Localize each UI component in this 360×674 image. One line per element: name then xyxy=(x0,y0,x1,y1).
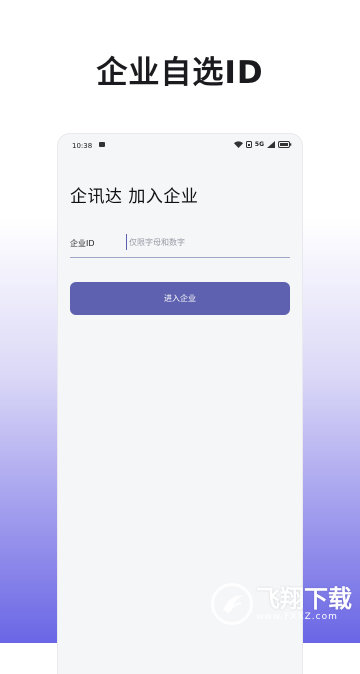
signal-icon xyxy=(267,141,275,148)
watermark-logo-icon xyxy=(211,583,253,625)
wifi-icon xyxy=(233,141,243,148)
status-bar: 10:38 5G xyxy=(58,134,302,158)
enterprise-id-label: 企业ID xyxy=(70,239,95,248)
network-type: 5G xyxy=(254,141,264,148)
watermark-url: www.FXXZ.com xyxy=(256,611,338,622)
watermark: 飞翔下载 www.FXXZ.com xyxy=(211,583,352,625)
promo-headline: 企业自选ID xyxy=(96,55,264,91)
status-time: 10:38 xyxy=(72,142,93,150)
status-icons: 5G xyxy=(233,141,292,148)
battery-icon xyxy=(278,141,292,148)
enterprise-id-input[interactable] xyxy=(126,234,289,250)
page-title: 企讯达 加入企业 xyxy=(70,187,199,207)
enter-enterprise-button[interactable]: 进入企业 xyxy=(70,282,290,315)
input-underline xyxy=(70,257,290,258)
sim-icon xyxy=(245,141,252,148)
notification-icon xyxy=(99,142,105,147)
watermark-name: 飞翔下载 xyxy=(256,584,352,613)
watermark-text: 飞翔下载 www.FXXZ.com xyxy=(256,586,352,623)
